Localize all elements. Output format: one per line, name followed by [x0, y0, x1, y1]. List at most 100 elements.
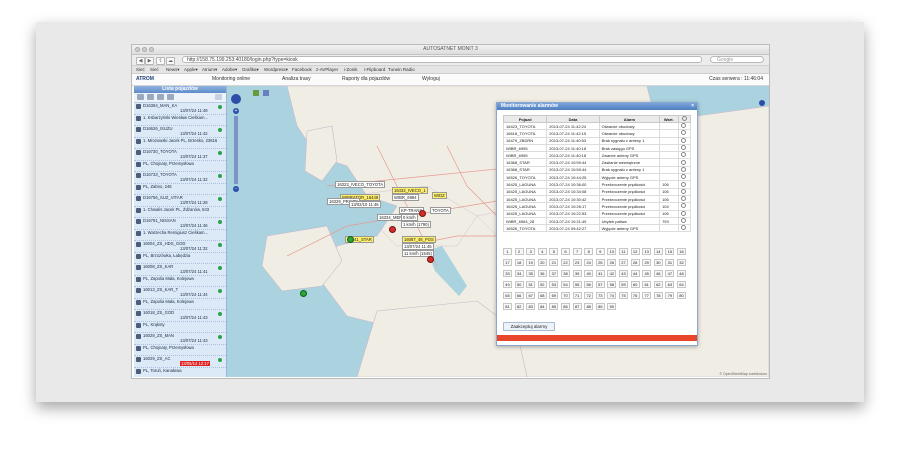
list-item[interactable]: D16626_ISUZU 13/07/24 11:42	[134, 126, 226, 138]
vehicle-marker-icon[interactable]	[389, 226, 396, 233]
page-button[interactable]: 4	[537, 248, 547, 255]
list-item[interactable]: PL, Brzozówka, Łabędzia	[134, 253, 226, 264]
page-button[interactable]: 2	[514, 248, 524, 255]
page-button[interactable]: 56	[584, 281, 594, 288]
page-button[interactable]: 79	[665, 292, 675, 299]
list-item[interactable]: PL, Zapolia Mała, Kolejowa	[134, 276, 226, 287]
row-checkbox[interactable]	[677, 187, 692, 196]
column-header-date[interactable]: Data	[546, 115, 600, 123]
group-icon[interactable]	[157, 94, 164, 100]
list-item[interactable]: PL, Zabno, 246	[134, 184, 226, 195]
list-item[interactable]: 1. Mrozowski Jacek PL, Brzesko, 23816	[134, 138, 226, 149]
list-item[interactable]: D16364_MAN_KA 13/07/24 11:48	[134, 103, 226, 115]
layer-switch-icon[interactable]	[253, 90, 259, 96]
table-row[interactable]: 16423_TOYOTA 2013-07-24 11:42:24 Otwarcie …	[502, 121, 692, 131]
page-button[interactable]: 34	[514, 270, 524, 277]
page-button[interactable]: 10	[607, 248, 617, 255]
map-vehicle-label[interactable]: 16087_48_POS	[402, 236, 436, 243]
column-header-vehicle[interactable]: Pojazd	[502, 115, 548, 123]
bookmark-item[interactable]: Atrium▾	[202, 67, 217, 73]
page-button[interactable]: 28	[630, 259, 640, 266]
menu-raporty[interactable]: Raporty dla pojazdów	[342, 76, 390, 82]
page-button[interactable]: 71	[572, 292, 582, 299]
page-button[interactable]: 73	[595, 292, 605, 299]
page-button[interactable]: 48	[677, 270, 686, 277]
page-button[interactable]: 55	[572, 281, 582, 288]
column-header-value[interactable]: Wart.	[659, 115, 679, 123]
page-button[interactable]: 14	[653, 248, 663, 255]
list-item[interactable]: PL, Chojnaty, Przemysłowa	[134, 161, 226, 172]
row-checkbox[interactable]	[677, 173, 692, 182]
list-item[interactable]: 1. Chwalis Jacek PL, Żdżanów, 843	[134, 207, 226, 218]
row-checkbox[interactable]	[677, 121, 692, 131]
list-item[interactable]: 1. Ksbarzyński Wiesław Cieśkam...	[134, 115, 226, 126]
page-button[interactable]: 9	[595, 248, 605, 255]
map-vehicle-label[interactable]: 16432_IVECO_1	[392, 187, 428, 194]
filter-icon[interactable]	[147, 94, 154, 100]
row-checkbox[interactable]	[677, 216, 692, 226]
page-button[interactable]: 12	[630, 248, 640, 255]
page-button[interactable]: 54	[561, 281, 570, 288]
column-header-alarm[interactable]: Alarm	[598, 115, 661, 123]
row-checkbox[interactable]	[677, 143, 692, 153]
back-button[interactable]: ◀	[136, 57, 145, 65]
page-button[interactable]: 7	[572, 248, 582, 255]
page-button[interactable]: 77	[642, 292, 652, 299]
share-icon[interactable]: ⇪	[156, 57, 165, 65]
page-button[interactable]: 80	[677, 292, 686, 299]
row-checkbox[interactable]	[677, 194, 692, 204]
page-button[interactable]: 57	[595, 281, 605, 288]
page-button[interactable]: 13	[642, 248, 652, 255]
zoom-out-button[interactable]: −	[233, 186, 239, 192]
row-checkbox[interactable]	[677, 165, 692, 175]
list-item[interactable]: D16733_TOYOTA 13/07/24 11:32	[134, 172, 226, 184]
page-button[interactable]: 50	[514, 281, 524, 288]
page-button[interactable]: 58	[607, 281, 617, 288]
search-field[interactable]: Google	[710, 56, 764, 63]
zoom-slider[interactable]	[234, 116, 238, 184]
page-button[interactable]: 11	[619, 248, 628, 255]
page-button[interactable]: 81	[503, 303, 512, 310]
url-bar[interactable]: http://158.75.199.253:40180/login.php?ty…	[182, 56, 702, 63]
table-row[interactable]: WIBR_6955 2013-07-24 11:40:18 Zwarcie ante…	[502, 151, 692, 160]
close-icon[interactable]: ×	[691, 103, 694, 110]
list-item[interactable]: 16008_ZS_KAR 13/07/24 11:41	[134, 264, 226, 276]
zoom-in-button[interactable]: +	[233, 108, 239, 114]
row-checkbox[interactable]	[677, 129, 692, 138]
menu-analiza-trasy[interactable]: Analiza trasy	[282, 76, 311, 82]
table-row[interactable]: 16368_STAR 2013-07-24 10:59:44 Brak sygnał…	[502, 165, 692, 175]
table-row[interactable]: 16618_TOYOTA 2013-07-24 11:42:15 Otwarcie …	[502, 129, 692, 138]
forward-button[interactable]: ▶	[145, 57, 154, 65]
page-button[interactable]: 44	[630, 270, 640, 277]
bookmark-item[interactable]: News▾	[166, 67, 180, 73]
bookmark-item[interactable]: Grafika▾	[242, 67, 259, 73]
vehicle-marker-icon[interactable]	[427, 256, 434, 263]
page-button[interactable]: 68	[537, 292, 547, 299]
page-button[interactable]: 32	[677, 259, 686, 266]
page-button[interactable]: 42	[607, 270, 617, 277]
page-button[interactable]: 18	[514, 259, 524, 266]
list-item[interactable]: D16791_NISSAN 13/07/24 11:46	[134, 218, 226, 230]
map-vehicle-label[interactable]: WIDZ	[432, 192, 447, 199]
map-vehicle-label[interactable]: TOYOTA	[430, 207, 451, 214]
bookmark-item[interactable]: Sieć	[136, 67, 145, 72]
page-button[interactable]: 41	[595, 270, 605, 277]
cloud-icon[interactable]: ☁	[166, 57, 175, 65]
bookmark-item[interactable]: Apple▾	[184, 67, 198, 73]
page-button[interactable]: 27	[619, 259, 628, 266]
page-button[interactable]: 63	[665, 281, 675, 288]
list-item[interactable]: PL, Zapolia Mała, Kolejowa	[134, 299, 226, 310]
list-item[interactable]: PL, Toruń, Kanałowa	[134, 368, 226, 378]
row-checkbox[interactable]	[677, 224, 692, 233]
menu-monitoring-online[interactable]: Monitoring online	[212, 76, 250, 82]
page-button[interactable]: 51	[526, 281, 536, 288]
page-button[interactable]: 86	[561, 303, 570, 310]
table-row[interactable]: 16425_LAGUNA 2013-07-24 10:36:00 Przekrocz…	[502, 180, 692, 189]
table-row[interactable]: 16479_ZBDRN 2013-07-24 11:40:53 Brak sygna…	[502, 136, 692, 145]
page-button[interactable]: 83	[526, 303, 536, 310]
row-checkbox[interactable]	[677, 202, 692, 211]
list-view-icon[interactable]	[137, 94, 144, 100]
list-item[interactable]: 16029_ZS_AC 13/05/14 12:17	[134, 356, 226, 368]
page-button[interactable]: 8	[584, 248, 594, 255]
page-button[interactable]: 5	[549, 248, 559, 255]
